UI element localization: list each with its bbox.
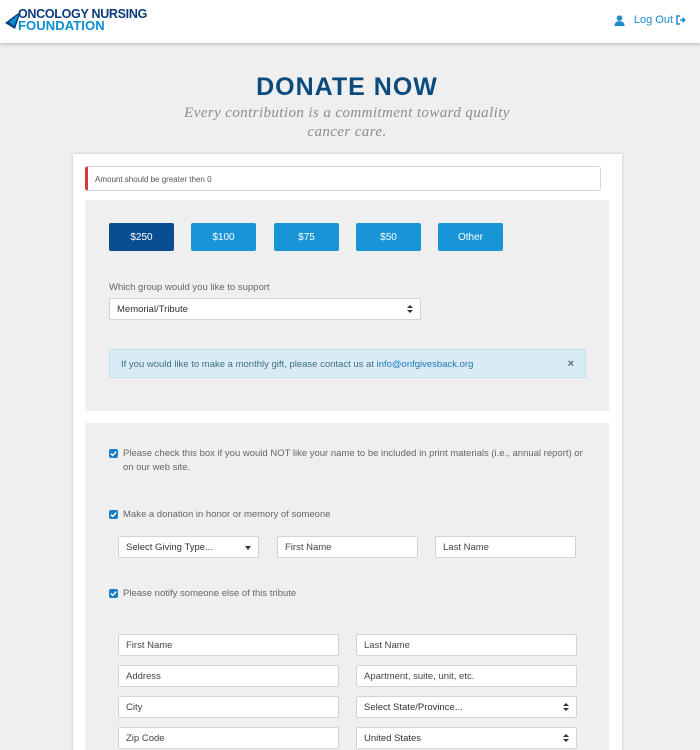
monthly-gift-text: If you would like to make a monthly gift… [121, 359, 377, 370]
donation-form-card: Amount should be greater then 0 $250 $10… [73, 154, 622, 750]
select-caret-icon [563, 734, 569, 742]
state-select[interactable]: Select State/Province... [356, 696, 577, 718]
giving-type-select[interactable]: Select Giving Type... [118, 536, 259, 558]
logout-label: Log Out [633, 14, 673, 26]
exclude-name-label: Please check this box if you would NOT l… [123, 448, 583, 473]
checkmark-icon [110, 451, 117, 457]
notify-last-name-field[interactable]: Last Name [356, 634, 577, 656]
notify-tribute-option[interactable]: Please notify someone else of this tribu… [109, 587, 589, 601]
country-select[interactable]: United States [356, 727, 577, 749]
address-field[interactable]: Address [118, 665, 339, 687]
honor-memory-label: Make a donation in honor or memory of so… [123, 509, 331, 520]
group-select-value: Memorial/Tribute [117, 304, 188, 315]
apartment-field[interactable]: Apartment, suite, unit, etc. [356, 665, 577, 687]
amount-button-100[interactable]: $100 [191, 223, 256, 251]
site-header: ONCOLOGY NURSING FOUNDATION Log Out [0, 0, 700, 43]
state-select-value: Select State/Province... [364, 702, 463, 713]
amount-button-250[interactable]: $250 [109, 223, 174, 251]
amount-button-other[interactable]: Other [438, 223, 503, 251]
user-icon [614, 14, 625, 26]
group-select[interactable]: Memorial/Tribute [109, 298, 421, 320]
city-field[interactable]: City [118, 696, 339, 718]
foundation-logo[interactable]: ONCOLOGY NURSING FOUNDATION [5, 8, 147, 34]
logo-line-2: FOUNDATION [18, 18, 105, 33]
select-caret-icon [407, 305, 413, 313]
notify-tribute-checkbox[interactable] [109, 589, 118, 598]
select-caret-icon [563, 703, 569, 711]
checkmark-icon [110, 591, 117, 597]
group-select-label: Which group would you like to support [109, 282, 270, 293]
zip-code-field[interactable]: Zip Code [118, 727, 339, 749]
notify-first-name-field[interactable]: First Name [118, 634, 339, 656]
page-subtitle: Every contribution is a commitment towar… [184, 105, 510, 140]
checkmark-icon [110, 512, 117, 518]
page-title: DONATE NOW [256, 73, 438, 101]
amount-button-50[interactable]: $50 [356, 223, 421, 251]
close-icon[interactable]: × [568, 358, 574, 370]
notify-tribute-label: Please notify someone else of this tribu… [123, 588, 297, 599]
honoree-first-name-field[interactable]: First Name [277, 536, 418, 558]
giving-type-value: Select Giving Type... [126, 542, 213, 553]
sign-out-icon [676, 15, 686, 25]
exclude-name-option[interactable]: Please check this box if you would NOT l… [109, 447, 589, 475]
exclude-name-checkbox[interactable] [109, 449, 118, 458]
donor-options-panel: Please check this box if you would NOT l… [85, 423, 609, 750]
honor-memory-checkbox[interactable] [109, 510, 118, 519]
amount-button-75[interactable]: $75 [274, 223, 339, 251]
contact-email-link[interactable]: info@onfgivesback.org [377, 359, 474, 370]
amount-panel: $250 $100 $75 $50 Other Which group woul… [85, 200, 609, 411]
logout-link[interactable]: Log Out [614, 14, 686, 26]
amount-error-alert: Amount should be greater then 0 [85, 166, 601, 191]
country-select-value: United States [364, 733, 422, 744]
honor-memory-option[interactable]: Make a donation in honor or memory of so… [109, 508, 589, 522]
honoree-last-name-field[interactable]: Last Name [435, 536, 576, 558]
logo-text: ONCOLOGY NURSING FOUNDATION [18, 8, 147, 32]
chevron-down-icon [245, 546, 251, 550]
monthly-gift-alert: If you would like to make a monthly gift… [109, 349, 586, 378]
